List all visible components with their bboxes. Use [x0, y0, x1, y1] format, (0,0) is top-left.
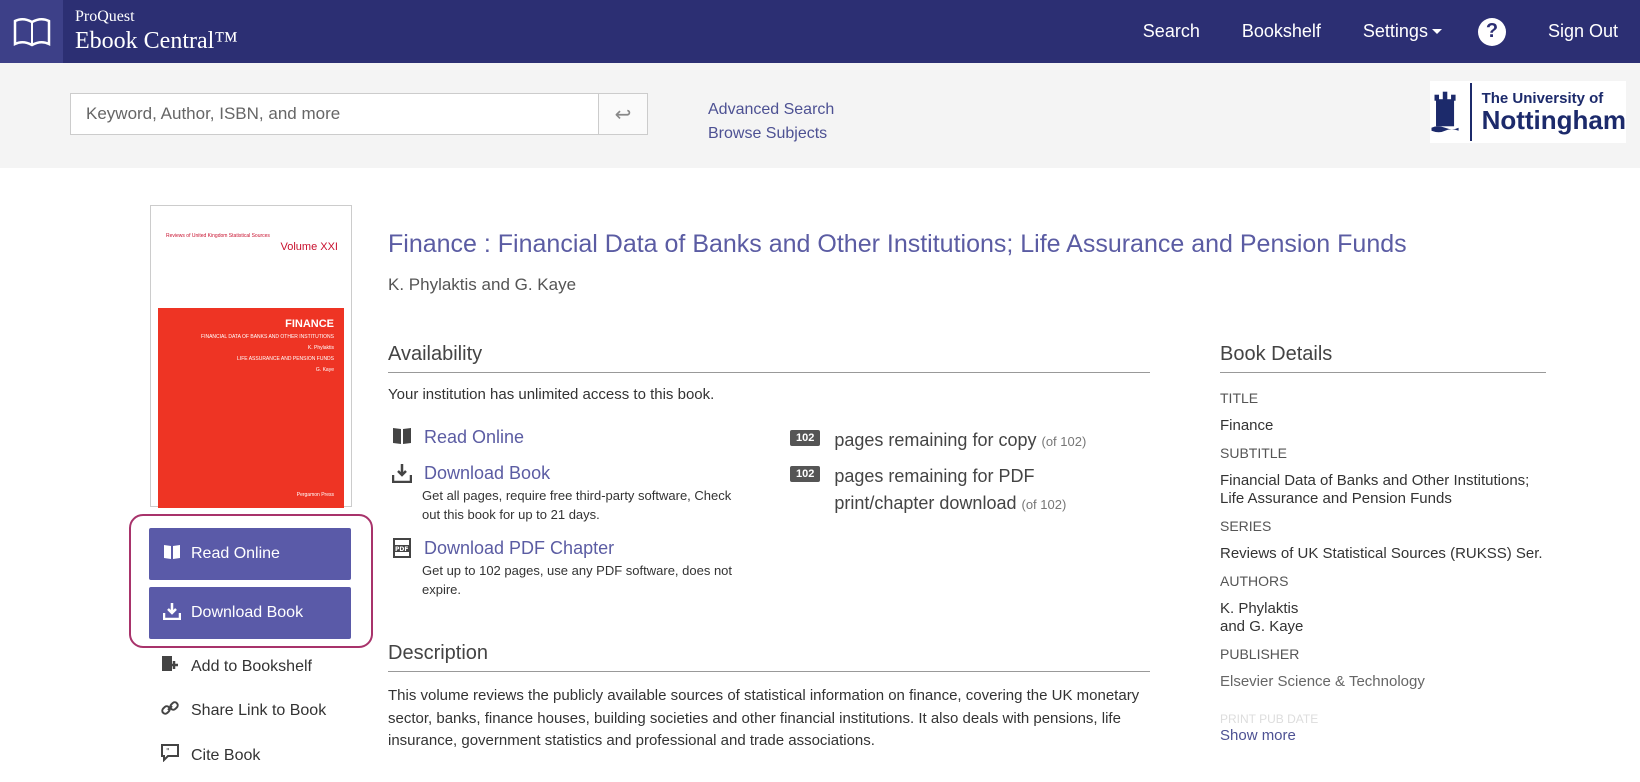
pdf-count-of: (of 102) — [1021, 497, 1067, 512]
cover-red-panel: FINANCE FINANCIAL DATA OF BANKS AND OTHE… — [158, 308, 344, 508]
logo-separator — [1470, 83, 1472, 141]
nav-settings[interactable]: Settings — [1363, 21, 1442, 42]
availability-heading: Availability — [388, 343, 1150, 373]
cover-subtitle: FINANCIAL DATA OF BANKS AND OTHER INSTIT… — [201, 334, 334, 340]
top-navbar: ProQuest Ebook Central™ Search Bookshelf… — [0, 0, 1640, 63]
svg-text:": " — [166, 747, 170, 756]
option-read-online-label[interactable]: Read Online — [424, 427, 524, 450]
book-details-heading: Book Details — [1220, 343, 1546, 373]
detail-value-authors: K. Phylaktis and G. Kaye — [1220, 600, 1304, 635]
svg-text:PDF: PDF — [395, 546, 408, 553]
pdf-count-badge: 102 — [790, 466, 821, 482]
cover-subtitle2: LIFE ASSURANCE AND PENSION FUNDS — [237, 356, 334, 362]
option-download-book-desc: Get all pages, require free third-party … — [422, 488, 732, 522]
download-book-button[interactable]: Download Book — [149, 587, 351, 639]
read-online-button[interactable]: Read Online — [149, 528, 351, 580]
show-more-link[interactable]: Show more — [1220, 727, 1296, 744]
access-message: Your institution has unlimited access to… — [388, 386, 715, 403]
chevron-down-icon — [1431, 29, 1442, 34]
open-book-icon — [163, 544, 181, 565]
brand-ebook-central[interactable]: Ebook Central™ — [75, 28, 238, 55]
detail-value-title: Finance — [1220, 417, 1274, 434]
search-input[interactable] — [70, 93, 648, 135]
option-pdf-chapter-desc: Get up to 102 pages, use any PDF softwar… — [422, 563, 733, 597]
university-line2: Nottingham — [1481, 105, 1626, 136]
nav-search[interactable]: Search — [1143, 21, 1200, 42]
pdf-pages-counter: 102 pages remaining for PDF print/chapte… — [790, 463, 1090, 517]
share-link-label: Share Link to Book — [191, 701, 327, 719]
cover-inner: Reviews of United Kingdom Statistical So… — [158, 213, 344, 508]
option-download-book[interactable]: Download Book Get all pages, require fre… — [391, 463, 731, 522]
book-authors: K. Phylaktis and G. Kaye — [388, 275, 577, 294]
bookshelf-add-icon — [161, 655, 181, 678]
detail-value-publisher: Elsevier Science & Technology — [1220, 673, 1425, 690]
nav-bookshelf[interactable]: Bookshelf — [1242, 21, 1321, 42]
brand-proquest: ProQuest — [75, 8, 135, 25]
search-links: Advanced Search Browse Subjects — [708, 101, 834, 149]
add-to-bookshelf-link[interactable]: Add to Bookshelf — [161, 655, 312, 678]
main-nav: Search Bookshelf Settings ? Sign Out — [1101, 0, 1618, 63]
share-link-button[interactable]: Share Link to Book — [161, 699, 326, 722]
pdf-icon: PDF — [392, 538, 414, 563]
quote-icon: " — [161, 744, 181, 767]
book-logo-icon[interactable] — [0, 0, 63, 63]
description-text: This volume reviews the publicly availab… — [388, 687, 1140, 749]
book-details-list: TITLE Finance SUBTITLE Financial Data of… — [1220, 380, 1546, 691]
detail-label-publisher: PUBLISHER — [1220, 646, 1300, 662]
cover-series-header: Reviews of United Kingdom Statistical So… — [166, 233, 270, 239]
search-submit-icon[interactable]: ↩ — [598, 93, 648, 135]
option-download-pdf-chapter[interactable]: PDF Download PDF Chapter Get up to 102 p… — [392, 538, 732, 597]
detail-value-subtitle: Financial Data of Banks and Other Instit… — [1220, 472, 1530, 507]
open-book-icon — [392, 427, 414, 450]
cover-author2: G. Kaye — [315, 367, 334, 373]
add-to-bookshelf-label: Add to Bookshelf — [191, 657, 312, 675]
option-download-book-label[interactable]: Download Book — [424, 463, 550, 488]
cover-author1: K. Phylaktis — [307, 345, 334, 351]
link-icon — [161, 699, 181, 722]
detail-label-series: SERIES — [1220, 518, 1272, 534]
option-pdf-chapter-label[interactable]: Download PDF Chapter — [424, 538, 614, 563]
option-read-online[interactable]: Read Online — [392, 427, 524, 450]
castle-icon — [1431, 91, 1459, 133]
description-heading: Description — [388, 642, 1150, 672]
cite-book-button[interactable]: " Cite Book — [161, 744, 260, 767]
detail-value-series: Reviews of UK Statistical Sources (RUKSS… — [1220, 545, 1543, 562]
detail-label-title: TITLE — [1220, 390, 1259, 406]
nav-sign-out[interactable]: Sign Out — [1548, 21, 1618, 42]
cover-volume: Volume XXI — [280, 241, 338, 253]
cover-footer: Pergamon Press — [296, 492, 334, 498]
copy-count-of: (of 102) — [1041, 434, 1087, 449]
detail-label-faded: PRINT PUB DATE — [1220, 712, 1319, 726]
search-band: ↩ Advanced Search Browse Subjects The Un… — [0, 63, 1640, 168]
detail-label-authors: AUTHORS — [1220, 573, 1289, 589]
advanced-search-link[interactable]: Advanced Search — [708, 101, 834, 119]
detail-label-subtitle: SUBTITLE — [1220, 445, 1287, 461]
copy-pages-counter: 102 pages remaining for copy (of 102) — [790, 427, 1086, 454]
cite-book-label: Cite Book — [191, 746, 261, 764]
nav-settings-label: Settings — [1362, 21, 1428, 41]
download-icon — [162, 602, 182, 625]
book-title: Finance : Financial Data of Banks and Ot… — [388, 230, 1407, 258]
download-book-label: Download Book — [191, 604, 304, 621]
browse-subjects-link[interactable]: Browse Subjects — [708, 125, 834, 143]
university-logo: The University of Nottingham — [1430, 81, 1626, 143]
book-cover[interactable]: Reviews of United Kingdom Statistical So… — [150, 205, 352, 508]
read-online-label: Read Online — [191, 545, 280, 562]
download-icon — [391, 463, 414, 488]
cover-heading: FINANCE — [285, 318, 334, 330]
help-icon[interactable]: ? — [1477, 17, 1506, 46]
copy-count-text: pages remaining for copy — [834, 430, 1037, 450]
copy-count-badge: 102 — [790, 430, 821, 446]
pdf-count-text: pages remaining for PDF print/chapter do… — [834, 466, 1035, 513]
